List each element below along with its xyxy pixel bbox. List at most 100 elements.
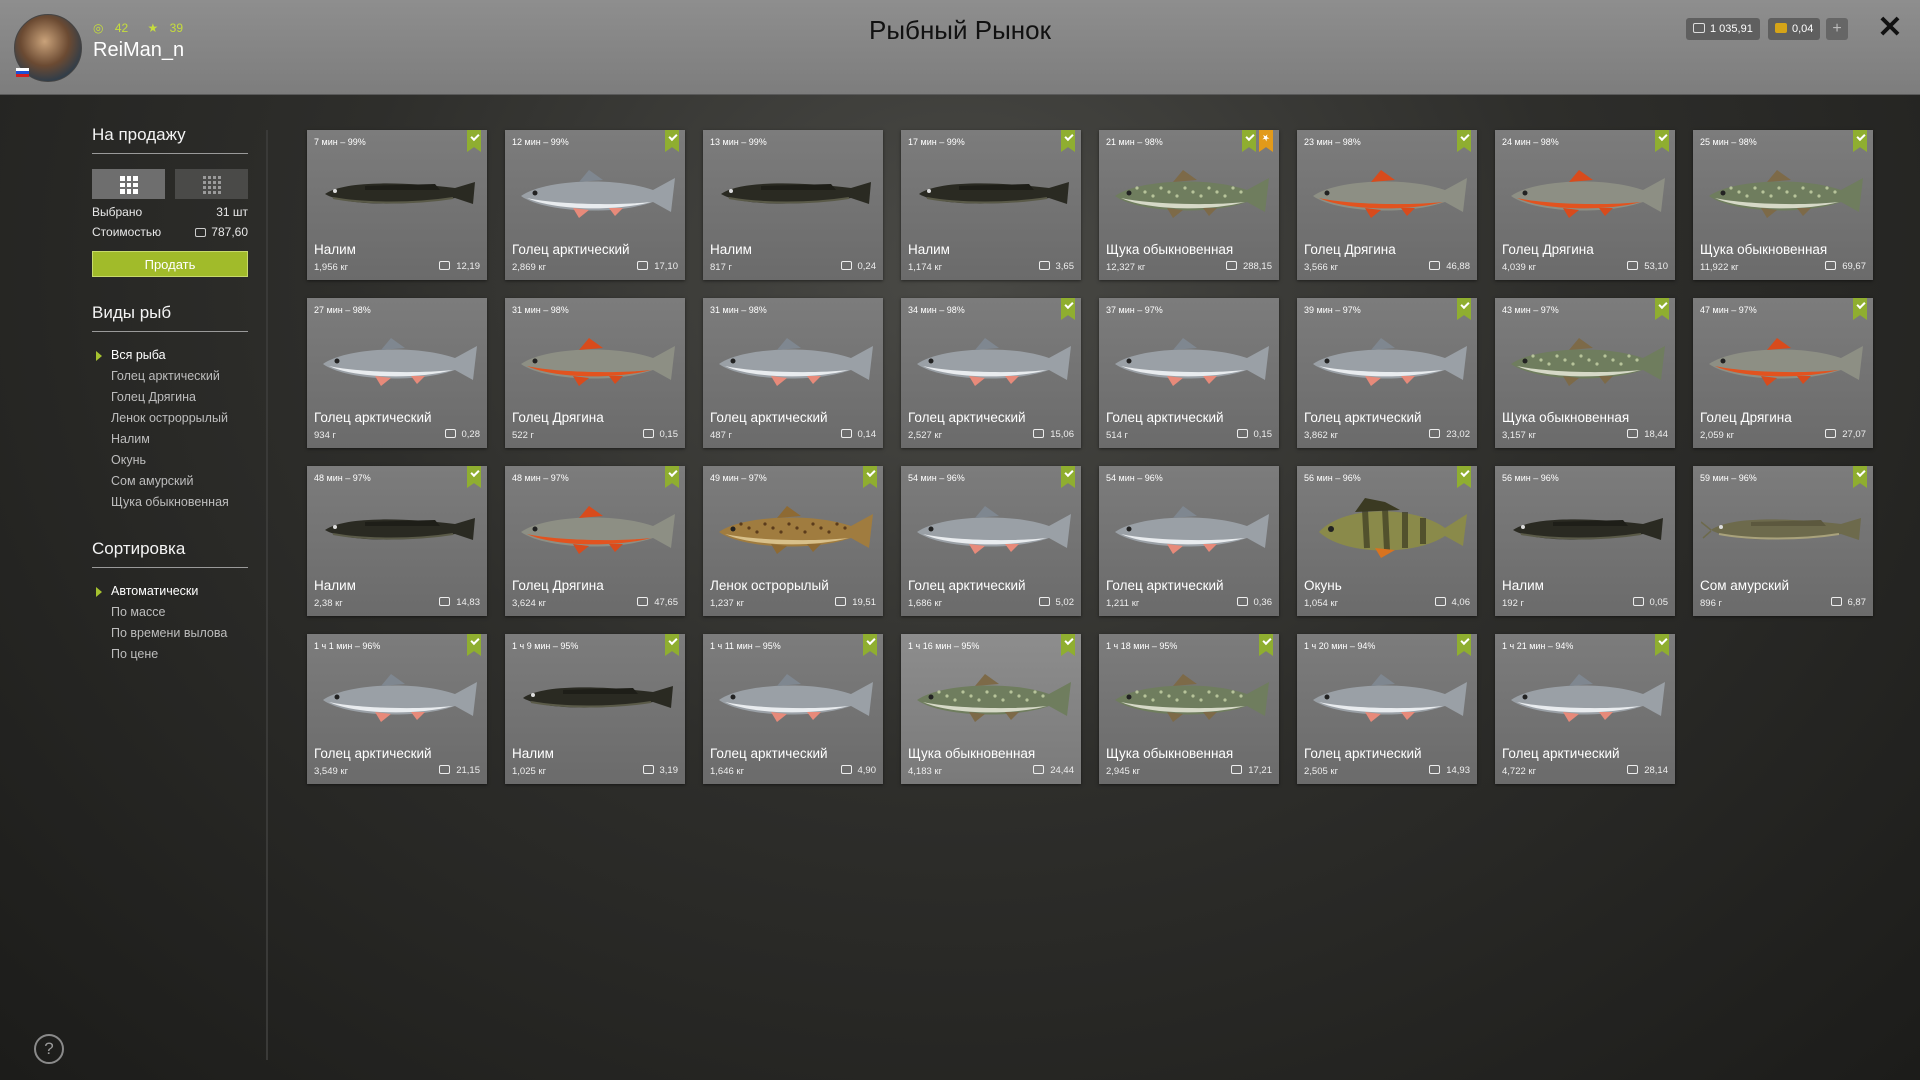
fish-card[interactable]: 1 ч 16 мин – 95% Щука обыкновенная 4,183… (901, 634, 1081, 784)
selected-bookmark-icon[interactable] (1853, 130, 1867, 152)
selected-bookmark-icon[interactable] (1853, 466, 1867, 488)
species-filter-item[interactable]: Голец арктический (92, 366, 248, 387)
species-filter-item[interactable]: Голец Дрягина (92, 387, 248, 408)
fish-card[interactable]: 1 ч 9 мин – 95% Налим 1,025 кг 3,19 (505, 634, 685, 784)
sort-option-item[interactable]: Автоматически (92, 581, 248, 602)
fish-card[interactable]: 27 мин – 98% Голец арктический 934 г 0,2… (307, 298, 487, 448)
selected-bookmark-icon[interactable] (1061, 466, 1075, 488)
fish-price: 288,15 (1225, 261, 1272, 272)
sort-option-item[interactable]: По времени вылова (92, 623, 248, 644)
card-marks (1655, 298, 1669, 320)
pike-fish-image (1709, 170, 1863, 218)
fish-price: 0,28 (444, 429, 480, 440)
fish-card[interactable]: 21 мин – 98% Щука обыкновенная 12,327 кг… (1099, 130, 1279, 280)
fish-card[interactable]: 48 мин – 97% Голец Дрягина 3,624 кг 47,6… (505, 466, 685, 616)
fish-card[interactable]: 54 мин – 96% Голец арктический 1,211 кг … (1099, 466, 1279, 616)
small-grid-view-button[interactable] (175, 169, 248, 199)
selected-bookmark-icon[interactable] (1457, 466, 1471, 488)
species-filter-item[interactable]: Щука обыкновенная (92, 492, 248, 513)
selected-bookmark-icon[interactable] (467, 466, 481, 488)
species-filter-item[interactable]: Вся рыба (92, 345, 248, 366)
price-value: 47,65 (654, 597, 678, 608)
fish-card[interactable]: 56 мин – 96% Налим 192 г 0,05 (1495, 466, 1675, 616)
sell-button[interactable]: Продать (92, 251, 248, 277)
add-gold-button[interactable]: + (1826, 18, 1848, 40)
card-marks (665, 130, 679, 152)
fish-card[interactable]: 17 мин – 99% Налим 1,174 кг 3,65 (901, 130, 1081, 280)
fish-card[interactable]: 48 мин – 97% Налим 2,38 кг 14,83 (307, 466, 487, 616)
selected-bookmark-icon[interactable] (1655, 130, 1669, 152)
selected-bookmark-icon[interactable] (1457, 298, 1471, 320)
price-value: 15,06 (1050, 429, 1074, 440)
fish-card[interactable]: 47 мин – 97% Голец Дрягина 2,059 кг 27,0… (1693, 298, 1873, 448)
fish-card[interactable]: 1 ч 20 мин – 94% Голец арктический 2,505… (1297, 634, 1477, 784)
fish-name: Сом амурский (1700, 578, 1790, 593)
selected-bookmark-icon[interactable] (1457, 634, 1471, 656)
selected-bookmark-icon[interactable] (665, 466, 679, 488)
species-filter-item[interactable]: Окунь (92, 450, 248, 471)
fish-card[interactable]: 39 мин – 97% Голец арктический 3,862 кг … (1297, 298, 1477, 448)
selected-bookmark-icon[interactable] (1061, 130, 1075, 152)
card-marks (665, 634, 679, 656)
fish-card[interactable]: 43 мин – 97% Щука обыкновенная 3,157 кг … (1495, 298, 1675, 448)
species-filter-item[interactable]: Налим (92, 429, 248, 450)
fish-card[interactable]: 31 мин – 98% Голец арктический 487 г 0,1… (703, 298, 883, 448)
coin-icon (1231, 765, 1243, 774)
selected-bookmark-icon[interactable] (1655, 634, 1669, 656)
fish-card[interactable]: 1 ч 11 мин – 95% Голец арктический 1,646… (703, 634, 883, 784)
fish-card[interactable]: 23 мин – 98% Голец Дрягина 3,566 кг 46,8… (1297, 130, 1477, 280)
fish-price: 47,65 (637, 597, 678, 608)
selected-bookmark-icon[interactable] (1259, 634, 1273, 656)
fish-card[interactable]: 37 мин – 97% Голец арктический 514 г 0,1… (1099, 298, 1279, 448)
fish-weight: 2,059 кг (1700, 430, 1735, 441)
fish-name: Налим (314, 578, 356, 593)
fish-card[interactable]: 1 ч 21 мин – 94% Голец арктический 4,722… (1495, 634, 1675, 784)
fish-card[interactable]: 56 мин – 96% Окунь 1,054 кг 4,06 (1297, 466, 1477, 616)
close-button[interactable]: ✕ (1874, 12, 1906, 44)
selected-bookmark-icon[interactable] (665, 130, 679, 152)
fish-card[interactable]: 1 ч 18 мин – 95% Щука обыкновенная 2,945… (1099, 634, 1279, 784)
favorite-bookmark-icon[interactable] (1259, 130, 1273, 152)
selected-bookmark-icon[interactable] (665, 634, 679, 656)
fish-card[interactable]: 34 мин – 98% Голец арктический 2,527 кг … (901, 298, 1081, 448)
selected-bookmark-icon[interactable] (1242, 130, 1256, 152)
large-grid-view-button[interactable] (92, 169, 165, 199)
selected-bookmark-icon[interactable] (467, 634, 481, 656)
selected-bookmark-icon[interactable] (1061, 298, 1075, 320)
fish-card[interactable]: 54 мин – 96% Голец арктический 1,686 кг … (901, 466, 1081, 616)
fish-card[interactable]: 49 мин – 97% Ленок острорылый 1,237 кг 1… (703, 466, 883, 616)
selected-bookmark-icon[interactable] (863, 466, 877, 488)
price-value: 23,02 (1446, 429, 1470, 440)
coin-icon (444, 429, 456, 438)
sort-option-item[interactable]: По цене (92, 644, 248, 665)
fish-card[interactable]: 24 мин – 98% Голец Дрягина 4,039 кг 53,1… (1495, 130, 1675, 280)
selected-bookmark-icon[interactable] (467, 130, 481, 152)
fish-card[interactable]: 59 мин – 96% Сом амурский 896 г 6,87 (1693, 466, 1873, 616)
selected-bookmark-icon[interactable] (1655, 298, 1669, 320)
selected-bookmark-icon[interactable] (863, 634, 877, 656)
fish-card[interactable]: 25 мин – 98% Щука обыкновенная 11,922 кг… (1693, 130, 1873, 280)
fish-weight: 1,025 кг (512, 766, 547, 777)
char-fish-image (917, 338, 1071, 386)
coin-icon (1632, 597, 1644, 606)
selected-bookmark-icon[interactable] (1853, 298, 1867, 320)
fish-card[interactable]: 13 мин – 99% Налим 817 г 0,24 (703, 130, 883, 280)
fish-card[interactable]: 31 мин – 98% Голец Дрягина 522 г 0,15 (505, 298, 685, 448)
fish-card[interactable]: 1 ч 1 мин – 96% Голец арктический 3,549 … (307, 634, 487, 784)
sort-option-item[interactable]: По массе (92, 602, 248, 623)
species-filter-item[interactable]: Сом амурский (92, 471, 248, 492)
help-button[interactable]: ? (34, 1034, 64, 1064)
fish-name: Голец арктический (1502, 746, 1620, 761)
fish-price: 0,15 (1236, 429, 1272, 440)
coin-icon (1825, 429, 1837, 438)
card-marks (1457, 298, 1471, 320)
fish-card[interactable]: 7 мин – 99% Налим 1,956 кг 12,19 (307, 130, 487, 280)
selected-bookmark-icon[interactable] (1061, 634, 1075, 656)
selected-bookmark-icon[interactable] (1457, 130, 1471, 152)
fish-name: Голец Дрягина (1502, 242, 1594, 257)
fish-card[interactable]: 12 мин – 99% Голец арктический 2,869 кг … (505, 130, 685, 280)
species-filter-item[interactable]: Ленок остроррылый (92, 408, 248, 429)
fish-name: Голец арктический (1106, 578, 1224, 593)
coin-icon (642, 765, 654, 774)
pike-fish-image (917, 674, 1071, 722)
